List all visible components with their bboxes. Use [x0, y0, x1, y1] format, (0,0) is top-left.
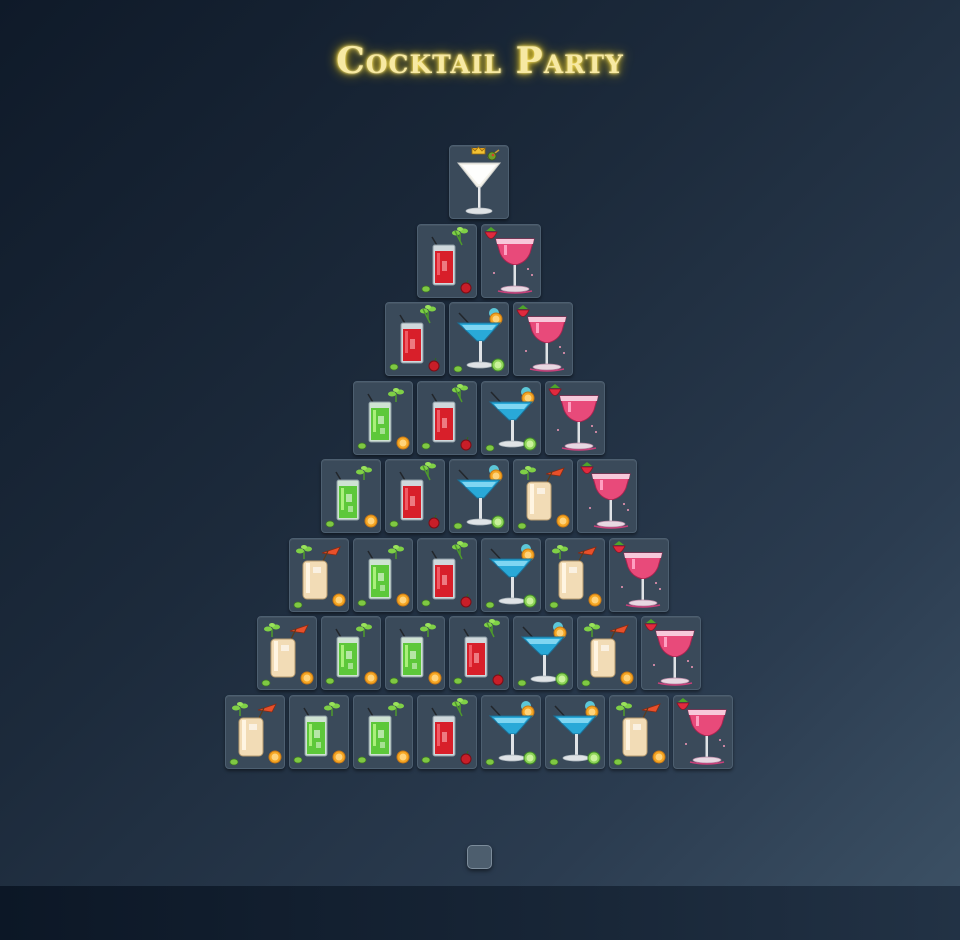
pina-icon — [549, 544, 602, 608]
mojito-icon — [357, 544, 410, 606]
blue-icon — [485, 700, 537, 765]
card-blue-margarita-glass-with-orange-and-lime[interactable] — [513, 616, 573, 690]
cosmo-icon — [484, 226, 535, 294]
card-blue-margarita-glass-with-orange-and-lime[interactable] — [449, 459, 509, 533]
card-green-highball-with-mint-and-orange[interactable] — [353, 537, 413, 612]
card-red-highball-with-mint-and-cherry[interactable] — [417, 223, 477, 298]
card-pink-coupe-with-strawberry[interactable] — [577, 459, 637, 533]
pina-icon — [517, 466, 570, 530]
cosmo-icon — [580, 462, 631, 529]
card-pina-colada-with-umbrella-and-orange[interactable] — [257, 616, 317, 690]
cosmo-icon — [676, 697, 727, 765]
mojito-icon — [325, 623, 378, 685]
card-green-highball-with-mint-and-orange[interactable] — [321, 616, 381, 690]
bloody-icon — [389, 305, 440, 372]
pina-icon — [261, 623, 314, 687]
blue-icon — [453, 465, 505, 530]
card-blue-margarita-glass-with-orange-and-lime[interactable] — [481, 694, 541, 769]
pina-icon — [229, 701, 282, 765]
blue-icon — [549, 700, 601, 765]
card-red-highball-with-mint-and-cherry[interactable] — [417, 380, 477, 455]
card-pina-colada-with-umbrella-and-orange[interactable] — [289, 537, 349, 612]
card-red-highball-with-mint-and-cherry[interactable] — [417, 537, 477, 612]
card-pina-colada-with-umbrella-and-orange[interactable] — [609, 694, 669, 769]
card-pink-coupe-with-strawberry[interactable] — [545, 380, 605, 455]
card-blue-margarita-glass-with-orange-and-lime[interactable] — [449, 302, 509, 376]
card-blue-margarita-glass-with-orange-and-lime[interactable] — [481, 537, 541, 612]
blue-icon — [485, 386, 537, 451]
deal-button[interactable] — [467, 845, 492, 869]
pina-icon — [293, 544, 346, 608]
card-green-highball-with-mint-and-orange[interactable] — [321, 459, 381, 533]
card-green-highball-with-mint-and-orange[interactable] — [289, 694, 349, 769]
card-pink-coupe-with-strawberry[interactable] — [513, 302, 573, 376]
footer-bar — [0, 886, 960, 940]
mojito-icon — [293, 701, 346, 763]
card-martini-glass-with-crown-and-olive[interactable] — [449, 145, 509, 219]
pina-icon — [581, 623, 634, 687]
card-green-highball-with-mint-and-orange[interactable] — [385, 616, 445, 690]
card-pink-coupe-with-strawberry[interactable] — [609, 537, 669, 612]
card-blue-margarita-glass-with-orange-and-lime[interactable] — [545, 694, 605, 769]
cosmo-icon — [548, 383, 599, 451]
card-pink-coupe-with-strawberry[interactable] — [481, 223, 541, 298]
bloody-icon — [421, 383, 472, 450]
mojito-icon — [389, 623, 442, 685]
card-pina-colada-with-umbrella-and-orange[interactable] — [225, 694, 285, 769]
card-pink-coupe-with-strawberry[interactable] — [673, 694, 733, 769]
card-pina-colada-with-umbrella-and-orange[interactable] — [545, 537, 605, 612]
cosmo-icon — [644, 619, 695, 686]
blue-icon — [485, 543, 537, 608]
cosmo-icon — [612, 540, 663, 608]
card-green-highball-with-mint-and-orange[interactable] — [353, 380, 413, 455]
bloody-icon — [453, 619, 504, 686]
blue-icon — [517, 622, 569, 687]
bloody-icon — [421, 697, 472, 764]
card-red-highball-with-mint-and-cherry[interactable] — [449, 616, 509, 690]
mojito-icon — [357, 387, 410, 449]
card-red-highball-with-mint-and-cherry[interactable] — [385, 302, 445, 376]
cosmo-icon — [516, 305, 567, 372]
mojito-icon — [325, 466, 378, 528]
card-pyramid — [0, 0, 960, 880]
bloody-icon — [389, 462, 440, 529]
pina-icon — [613, 701, 666, 765]
martini-icon — [456, 146, 502, 215]
bloody-icon — [421, 226, 472, 293]
card-red-highball-with-mint-and-cherry[interactable] — [417, 694, 477, 769]
blue-icon — [453, 308, 505, 373]
card-pink-coupe-with-strawberry[interactable] — [641, 616, 701, 690]
bloody-icon — [421, 540, 472, 607]
card-red-highball-with-mint-and-cherry[interactable] — [385, 459, 445, 533]
card-blue-margarita-glass-with-orange-and-lime[interactable] — [481, 380, 541, 455]
card-pina-colada-with-umbrella-and-orange[interactable] — [513, 459, 573, 533]
mojito-icon — [357, 701, 410, 763]
card-pina-colada-with-umbrella-and-orange[interactable] — [577, 616, 637, 690]
card-green-highball-with-mint-and-orange[interactable] — [353, 694, 413, 769]
